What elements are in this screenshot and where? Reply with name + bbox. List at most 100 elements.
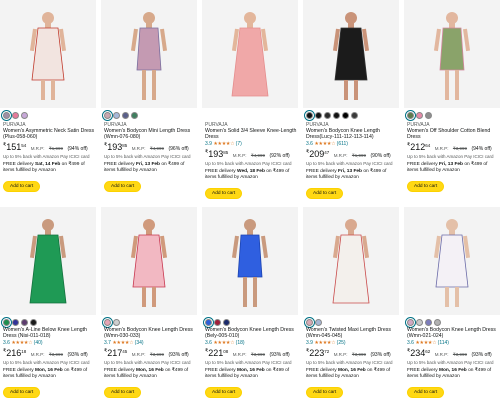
color-swatch[interactable] xyxy=(434,319,441,326)
color-swatch[interactable] xyxy=(131,112,138,119)
product-image[interactable] xyxy=(202,207,298,315)
product-image[interactable] xyxy=(303,0,399,108)
delivery-info: FREE delivery Mon, 16 Feb on ₹499 of ite… xyxy=(205,368,298,380)
product-title[interactable]: Women's Off Shoulder Cotton Blend Dress xyxy=(407,128,500,140)
discount-percent: (94% off) xyxy=(67,146,88,152)
product-info: PURVAJA Women's Bodycon Mini Length Dres… xyxy=(102,110,197,192)
delivery-info: FREE delivery Mon, 16 Feb on ₹499 of ite… xyxy=(104,368,197,380)
color-swatch[interactable] xyxy=(223,319,230,326)
rating[interactable]: 3.6 ★★★★☆ (18) xyxy=(205,340,298,346)
price-whole: 212 xyxy=(410,142,426,152)
delivery-info: FREE delivery Fri, 13 Feb on ₹499 of ite… xyxy=(407,162,500,174)
add-to-cart-button[interactable]: Add to cart xyxy=(205,188,243,199)
product-image[interactable] xyxy=(202,0,298,108)
color-swatch[interactable] xyxy=(102,317,113,328)
product-image[interactable] xyxy=(0,207,96,315)
rating-count[interactable]: (25) xyxy=(337,340,346,346)
product-image[interactable] xyxy=(0,0,96,108)
product-title[interactable]: Women's Bodycon Knee Length Dress (Wmn-0… xyxy=(104,327,197,339)
product-title[interactable]: Women's Bodycon Knee Length Dress (Bely-… xyxy=(205,327,298,339)
color-swatch[interactable] xyxy=(324,112,331,119)
color-swatch[interactable] xyxy=(425,112,432,119)
rating[interactable]: 3.6 ★★★★☆ (114) xyxy=(407,340,500,346)
color-swatch[interactable] xyxy=(12,319,19,326)
color-swatch[interactable] xyxy=(12,112,19,119)
add-to-cart-button[interactable]: Add to cart xyxy=(3,387,41,398)
add-to-cart-button[interactable]: Add to cart xyxy=(205,387,243,398)
delivery-info: FREE delivery Mon, 16 Feb on ₹499 of ite… xyxy=(407,368,500,380)
cashback-offer: Up to 5% back with Amazon Pay ICICI card xyxy=(306,161,393,166)
cashback-offer: Up to 5% back with Amazon Pay ICICI card xyxy=(3,360,90,365)
rating[interactable]: 3.6 ★★★★☆ (40) xyxy=(3,340,96,346)
delivery-date: Mon, 16 Feb xyxy=(35,368,63,373)
color-swatch[interactable] xyxy=(21,319,28,326)
product-image[interactable] xyxy=(303,207,399,315)
color-swatch[interactable] xyxy=(30,319,37,326)
color-swatch[interactable] xyxy=(304,317,315,328)
color-swatches xyxy=(1,317,96,328)
add-to-cart-button[interactable]: Add to cart xyxy=(3,181,41,192)
color-swatches xyxy=(1,110,96,121)
color-swatch[interactable] xyxy=(113,319,120,326)
rating-value: 3.6 xyxy=(306,141,313,147)
delivery-date: Fri, 13 Feb xyxy=(136,162,160,167)
color-swatch[interactable] xyxy=(102,110,113,121)
rating[interactable]: 3.6 ★★★★☆ (611) xyxy=(306,141,399,147)
rating-count[interactable]: (18) xyxy=(236,340,245,346)
rating-count[interactable]: (34) xyxy=(135,340,144,346)
color-swatch[interactable] xyxy=(113,112,120,119)
rating[interactable]: 3.9 ★★★★☆ (7) xyxy=(205,141,298,147)
rating-count[interactable]: (40) xyxy=(34,340,43,346)
price-fraction: 85 xyxy=(223,150,229,155)
color-swatch[interactable] xyxy=(315,319,322,326)
color-swatch[interactable] xyxy=(304,110,315,121)
product-title[interactable]: Women's Asymmetric Neck Satin Dress (Plu… xyxy=(3,128,96,140)
delivery-prefix: FREE delivery xyxy=(205,169,236,174)
product-title[interactable]: Women's A-Line Below Knee Length Dress (… xyxy=(3,327,96,339)
product-image[interactable] xyxy=(404,207,500,315)
product-title[interactable]: Women's Twisted Maxi Length Dress (Wmn-0… xyxy=(306,327,399,339)
delivery-prefix: FREE delivery xyxy=(306,169,337,174)
color-swatch[interactable] xyxy=(315,112,322,119)
product-image[interactable] xyxy=(101,0,197,108)
color-swatch[interactable] xyxy=(21,112,28,119)
rating[interactable]: 3.9 ★★★★☆ (25) xyxy=(306,340,399,346)
mrp-value: ₹3,999 xyxy=(452,146,468,151)
color-swatch[interactable] xyxy=(333,112,340,119)
add-to-cart-button[interactable]: Add to cart xyxy=(407,387,445,398)
product-title[interactable]: Women's Bodycon Mini Length Dress (Wmn-0… xyxy=(104,128,197,140)
color-swatch[interactable] xyxy=(1,317,12,328)
rating[interactable]: 3.7 ★★★★☆ (34) xyxy=(104,340,197,346)
price-line: ₹15154 M.R.P: ₹1,999 (94% off) xyxy=(3,141,96,154)
color-swatch[interactable] xyxy=(405,317,416,328)
color-swatches xyxy=(102,110,197,121)
price-line: ₹22372 M.R.P: ₹3,999 (93% off) xyxy=(306,347,399,360)
product-title[interactable]: Women's Solid 3/4 Sleeve Knee-Length Dre… xyxy=(205,128,298,140)
product-title[interactable]: Women's Bodycon Knee Length Dress(Lucy-1… xyxy=(306,128,399,140)
color-swatch[interactable] xyxy=(351,112,358,119)
product-image[interactable] xyxy=(404,0,500,108)
color-swatch[interactable] xyxy=(214,319,221,326)
cashback-offer: Up to 5% back with Amazon Pay ICICI card xyxy=(306,360,393,365)
price-line: ₹19385 M.R.P: ₹4,999 (96% off) xyxy=(104,141,197,154)
add-to-cart-button[interactable]: Add to cart xyxy=(306,387,344,398)
color-swatch[interactable] xyxy=(1,110,12,121)
mrp-value: ₹1,999 xyxy=(351,153,367,158)
color-swatch[interactable] xyxy=(416,319,423,326)
add-to-cart-button[interactable]: Add to cart xyxy=(104,387,142,398)
color-swatch[interactable] xyxy=(203,317,214,328)
delivery-info: FREE delivery Sat, 14 Feb on ₹499 of ite… xyxy=(3,162,96,174)
rating-count[interactable]: (7) xyxy=(236,141,242,147)
add-to-cart-button[interactable]: Add to cart xyxy=(104,181,142,192)
add-to-cart-button[interactable]: Add to cart xyxy=(306,188,344,199)
color-swatch[interactable] xyxy=(425,319,432,326)
color-swatch[interactable] xyxy=(416,112,423,119)
add-to-cart-button[interactable]: Add to cart xyxy=(407,181,445,192)
color-swatch[interactable] xyxy=(342,112,349,119)
product-title[interactable]: Women's Bodycon Knee Length Dress (Wmn-0… xyxy=(407,327,500,339)
price-line: ₹23462 M.R.P: ₹3,999 (93% off) xyxy=(407,347,500,360)
delivery-prefix: FREE delivery xyxy=(205,368,236,373)
color-swatch[interactable] xyxy=(122,112,129,119)
product-image[interactable] xyxy=(101,207,197,315)
color-swatch[interactable] xyxy=(405,110,416,121)
